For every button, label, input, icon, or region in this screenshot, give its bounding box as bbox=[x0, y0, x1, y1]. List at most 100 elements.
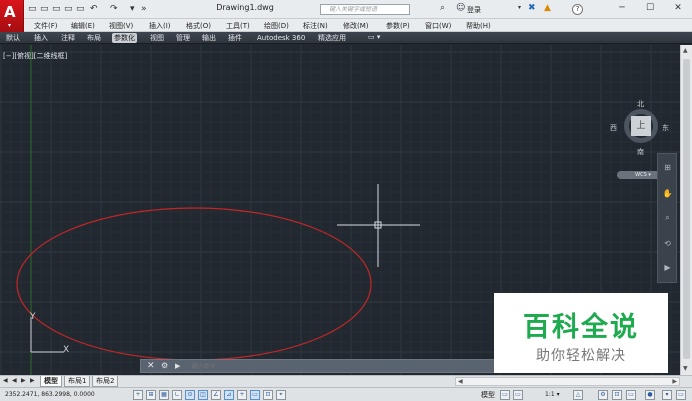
tab-manage[interactable]: 管理 bbox=[174, 33, 192, 43]
isolate-objects-icon[interactable]: ● bbox=[645, 390, 655, 400]
application-menu-button[interactable]: A ▾ bbox=[0, 0, 24, 32]
last-tab-icon[interactable]: ▶ bbox=[30, 377, 35, 384]
tab-view[interactable]: 视图 bbox=[148, 33, 166, 43]
zoom-icon[interactable]: ⌕ bbox=[661, 212, 674, 223]
clean-screen-icon[interactable]: ▭ bbox=[676, 390, 686, 400]
exchange-apps-icon[interactable]: ✖ bbox=[528, 3, 536, 13]
lineweight-icon[interactable]: ⊡ bbox=[263, 390, 273, 400]
user-icon[interactable]: ☺ bbox=[456, 3, 465, 13]
workspace-switch-icon[interactable]: ⚙ bbox=[598, 390, 608, 400]
viewcube-top-face[interactable]: 上 bbox=[631, 116, 651, 136]
horizontal-scrollbar[interactable]: ◀ ▶ bbox=[455, 377, 680, 386]
ortho-mode-icon[interactable]: ∟ bbox=[172, 390, 182, 400]
lock-icon[interactable]: ⊡ bbox=[612, 390, 622, 400]
menu-window[interactable]: 窗口(W) bbox=[425, 21, 451, 31]
vertical-scrollbar[interactable]: ▲ ▼ bbox=[680, 45, 692, 375]
hardware-acceleration-icon[interactable]: ▭ bbox=[626, 390, 636, 400]
viewcube-south[interactable]: 南 bbox=[637, 147, 644, 157]
previous-tab-icon[interactable]: ◀ bbox=[12, 377, 17, 384]
tab-model[interactable]: 模型 bbox=[40, 376, 62, 387]
polar-tracking-icon[interactable]: ⊙ bbox=[185, 390, 195, 400]
grid-display-icon[interactable]: ▦ bbox=[159, 390, 169, 400]
print-icon[interactable]: ▭ bbox=[76, 3, 85, 15]
command-input[interactable] bbox=[191, 361, 491, 372]
menu-view[interactable]: 视图(V) bbox=[109, 21, 133, 31]
tab-autodesk-360[interactable]: Autodesk 360 bbox=[255, 33, 307, 43]
scroll-left-icon[interactable]: ◀ bbox=[458, 378, 463, 385]
command-prompt-icon[interactable]: ▶ bbox=[175, 362, 180, 370]
scrollbar-thumb[interactable] bbox=[683, 59, 690, 359]
scroll-right-icon[interactable]: ▶ bbox=[672, 378, 677, 385]
showmotion-icon[interactable]: ▶ bbox=[661, 262, 674, 273]
menu-tools[interactable]: 工具(T) bbox=[226, 21, 250, 31]
menu-insert[interactable]: 插入(I) bbox=[149, 21, 171, 31]
maximize-button[interactable]: ☐ bbox=[636, 0, 664, 18]
quick-access-dropdown-icon[interactable]: ▾ bbox=[130, 3, 135, 15]
menu-help[interactable]: 帮助(H) bbox=[466, 21, 491, 31]
quick-properties-icon[interactable]: ⌖ bbox=[276, 390, 286, 400]
orbit-icon[interactable]: ⟲ bbox=[661, 238, 674, 249]
open-file-icon[interactable]: ▭ bbox=[40, 3, 49, 15]
menu-edit[interactable]: 编辑(E) bbox=[71, 21, 95, 31]
dynamic-input-icon[interactable]: ▭ bbox=[250, 390, 260, 400]
ellipse[interactable] bbox=[16, 207, 372, 361]
scroll-up-icon[interactable]: ▲ bbox=[683, 47, 688, 54]
tab-featured-apps[interactable]: 精选应用 bbox=[316, 33, 348, 43]
login-dropdown-icon[interactable]: ▾ bbox=[518, 4, 521, 11]
tab-plugins[interactable]: 插件 bbox=[226, 33, 244, 43]
redo-icon[interactable]: ↷ bbox=[110, 3, 118, 15]
help-icon[interactable]: ? bbox=[572, 4, 583, 15]
tab-layout1[interactable]: 布局1 bbox=[64, 376, 91, 387]
menu-draw[interactable]: 绘图(D) bbox=[264, 21, 289, 31]
search-input[interactable]: 键入关键字或短语 bbox=[320, 4, 410, 15]
ribbon-minimize-icon[interactable]: ▭ ▾ bbox=[368, 33, 380, 41]
3d-object-snap-icon[interactable]: ∠ bbox=[211, 390, 221, 400]
menu-dimension[interactable]: 标注(N) bbox=[303, 21, 328, 31]
tab-insert[interactable]: 插入 bbox=[32, 33, 50, 43]
drawing-canvas[interactable]: Y X [−][俯视][二维线框] 北 西 东 南 上 WCS ▾ ⊞ ✋ ⌕ … bbox=[0, 45, 680, 375]
steering-wheel-icon[interactable]: ⊞ bbox=[661, 162, 674, 173]
watermark: 百科全说 助你轻松解决 bbox=[494, 293, 668, 373]
a360-icon[interactable]: ▲ bbox=[544, 3, 551, 13]
object-snap-tracking-icon[interactable]: ⊿ bbox=[224, 390, 234, 400]
quick-view-drawings-icon[interactable]: ▭ bbox=[513, 390, 523, 400]
tab-annotate[interactable]: 注释 bbox=[59, 33, 77, 43]
menu-file[interactable]: 文件(F) bbox=[34, 21, 58, 31]
object-snap-icon[interactable]: ◫ bbox=[198, 390, 208, 400]
model-space-button[interactable]: 模型 bbox=[481, 390, 495, 400]
viewcube-north[interactable]: 北 bbox=[637, 99, 644, 109]
minimize-button[interactable]: ─ bbox=[608, 0, 636, 18]
undo-icon[interactable]: ↶ bbox=[90, 3, 98, 15]
new-file-icon[interactable]: ▭ bbox=[28, 3, 37, 15]
viewcube-west[interactable]: 西 bbox=[610, 123, 617, 133]
tab-parametric[interactable]: 参数化 bbox=[112, 33, 137, 43]
menu-format[interactable]: 格式(O) bbox=[186, 21, 211, 31]
tab-layout[interactable]: 布局 bbox=[85, 33, 103, 43]
tab-default[interactable]: 默认 bbox=[4, 33, 22, 43]
quick-view-layouts-icon[interactable]: ▭ bbox=[500, 390, 510, 400]
login-button[interactable]: 登录 bbox=[467, 5, 481, 15]
close-button[interactable]: ✕ bbox=[664, 0, 692, 18]
binoculars-icon[interactable]: ⌕ bbox=[440, 3, 445, 13]
menu-modify[interactable]: 修改(M) bbox=[343, 21, 369, 31]
quick-access-more-icon[interactable]: » bbox=[141, 3, 147, 15]
close-icon[interactable]: ✕ bbox=[147, 361, 155, 371]
scroll-down-icon[interactable]: ▼ bbox=[683, 365, 688, 372]
annotation-visibility-icon[interactable]: △ bbox=[573, 390, 583, 400]
dynamic-ucs-icon[interactable]: + bbox=[237, 390, 247, 400]
menu-parametric[interactable]: 参数(P) bbox=[386, 21, 410, 31]
save-as-icon[interactable]: ▭ bbox=[64, 3, 73, 15]
viewcube-east[interactable]: 东 bbox=[662, 123, 669, 133]
snap-mode-icon[interactable]: ⊞ bbox=[146, 390, 156, 400]
first-tab-icon[interactable]: ◀ bbox=[3, 377, 8, 384]
pan-icon[interactable]: ✋ bbox=[661, 188, 674, 199]
viewport-controls-label[interactable]: [−][俯视][二维线框] bbox=[3, 51, 67, 61]
infer-constraints-icon[interactable]: + bbox=[133, 390, 143, 400]
save-icon[interactable]: ▭ bbox=[52, 3, 61, 15]
tab-output[interactable]: 输出 bbox=[200, 33, 218, 43]
tab-layout2[interactable]: 布局2 bbox=[92, 376, 119, 387]
status-bar-menu-icon[interactable]: ▾ bbox=[662, 390, 672, 400]
next-tab-icon[interactable]: ▶ bbox=[21, 377, 26, 384]
wrench-icon[interactable]: ⚙ bbox=[161, 361, 168, 370]
annotation-scale[interactable]: 1:1 ▾ bbox=[545, 391, 560, 398]
